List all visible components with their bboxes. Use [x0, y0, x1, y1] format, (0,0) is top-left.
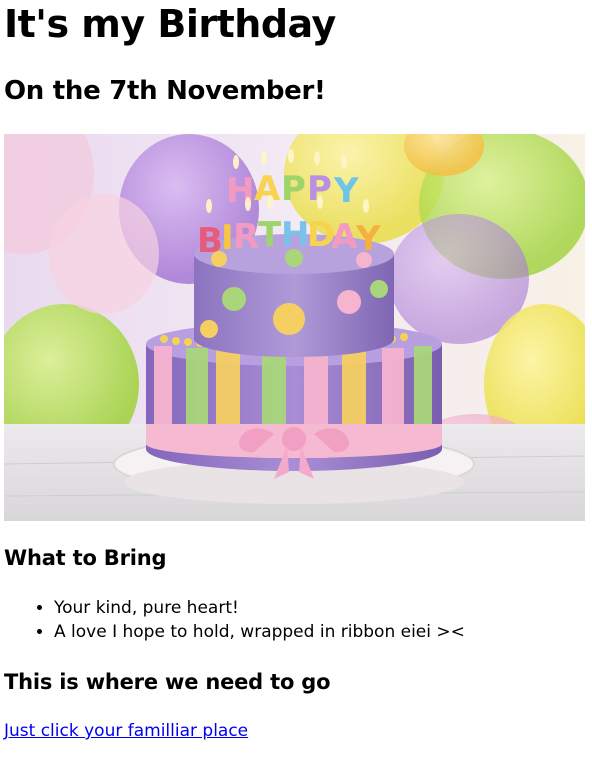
- svg-text:T: T: [258, 215, 282, 255]
- svg-text:I: I: [221, 218, 234, 258]
- list-item: Your kind, pure heart!: [54, 596, 465, 620]
- where-heading: This is where we need to go: [4, 670, 331, 694]
- svg-text:H: H: [281, 215, 309, 255]
- svg-text:Y: Y: [333, 171, 359, 211]
- list-item: A love I hope to hold, wrapped in ribbon…: [54, 620, 465, 644]
- svg-text:B: B: [197, 221, 223, 261]
- svg-text:P: P: [281, 169, 306, 209]
- svg-text:Y: Y: [355, 219, 381, 259]
- place-link[interactable]: Just click your familliar place: [4, 721, 248, 741]
- date-heading: On the 7th November!: [4, 76, 326, 106]
- page-title: It's my Birthday: [4, 2, 336, 46]
- bring-list: Your kind, pure heart! A love I hope to …: [0, 596, 465, 644]
- birthday-cake-image: H A P P Y B I R T H D A Y: [4, 134, 585, 521]
- what-to-bring-heading: What to Bring: [4, 546, 167, 570]
- svg-text:A: A: [331, 217, 358, 257]
- svg-text:R: R: [233, 217, 259, 257]
